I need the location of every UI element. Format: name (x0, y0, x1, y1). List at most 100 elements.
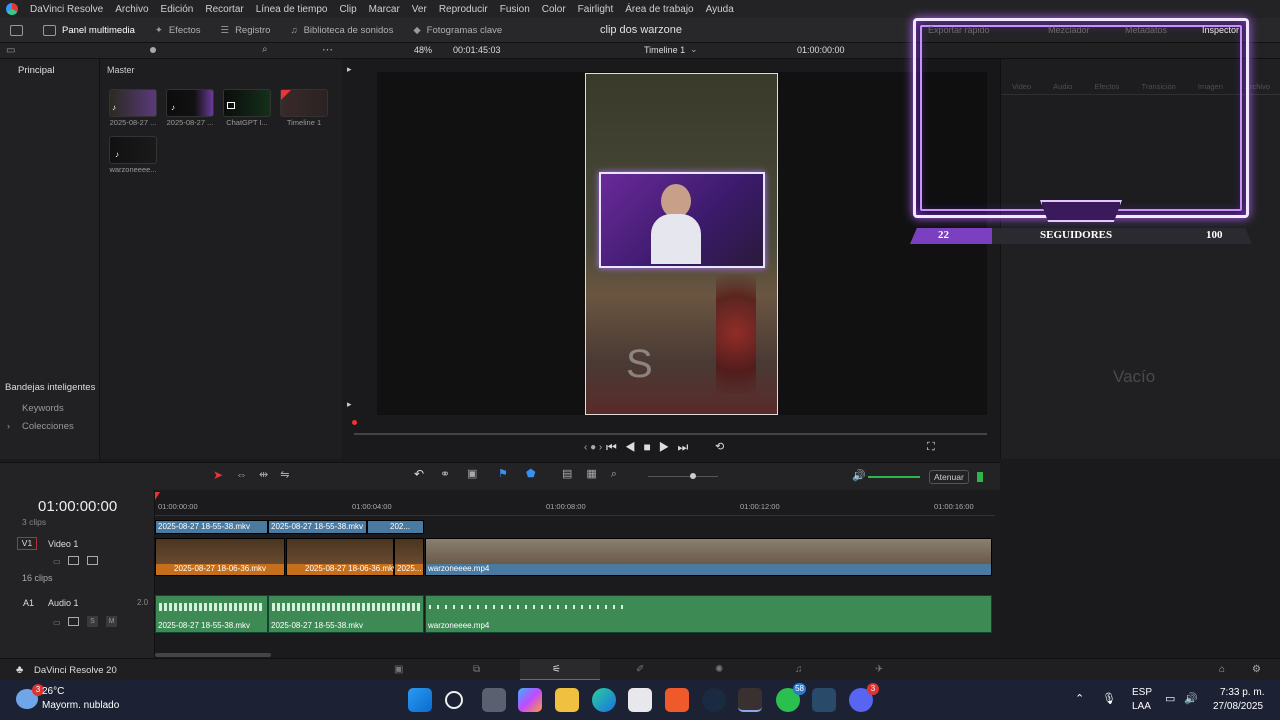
transport-controls[interactable]: ⏮◀■▶⏭ (606, 440, 696, 455)
timeline-clip[interactable]: warzoneeee.mp4 (425, 538, 992, 576)
collapse-button[interactable] (0, 18, 33, 43)
auto-select-icon[interactable] (68, 617, 79, 626)
zoom-slider-handle[interactable] (690, 473, 696, 479)
video-frame[interactable]: S (585, 73, 778, 415)
tab-metadatos[interactable]: Metadatos (1125, 25, 1167, 35)
snapping-icon[interactable]: ↶ (414, 467, 424, 481)
timeline-clip[interactable]: 2025-08-27 18-55-38.mkv (268, 520, 367, 534)
selection-tool-icon[interactable]: ➤ (213, 468, 223, 482)
zoom-level[interactable]: 48% (414, 45, 432, 55)
registro-button[interactable]: ☰ Registro (211, 18, 281, 43)
menu-archivo[interactable]: Archivo (109, 4, 154, 15)
zoom-slider[interactable] (648, 476, 718, 477)
settings-gear-icon[interactable]: ⚙ (1252, 664, 1261, 675)
microphone-icon[interactable]: 🎙 (1102, 692, 1116, 705)
task-view-icon[interactable] (482, 688, 506, 712)
windows-start-icon[interactable] (408, 688, 432, 712)
fotogramas-button[interactable]: ◆ Fotogramas clave (403, 18, 512, 43)
volume-slider[interactable] (868, 476, 920, 478)
lock-icon[interactable]: ▭ (53, 618, 61, 627)
timeline-audio-clip[interactable]: warzoneeee.mp4 (425, 595, 992, 633)
tab-mezclador[interactable]: Mezclador (1048, 25, 1090, 35)
link-icon[interactable]: ⚭ (440, 467, 450, 481)
media-page-icon[interactable]: ▣ (394, 664, 403, 675)
chevron-right-icon[interactable]: › (7, 421, 10, 431)
timeline-audio-clip[interactable]: 2025-08-27 18-55-38.mkv (155, 595, 268, 633)
timeline-selector[interactable]: Timeline 1 (644, 45, 685, 55)
fullscreen-icon[interactable]: ⛶ (927, 441, 935, 454)
media-clip-thumb[interactable]: ♪ (166, 89, 214, 117)
timeline-scrollbar[interactable] (155, 653, 271, 657)
thumbnail-size-slider[interactable] (150, 47, 156, 53)
tab-inspector[interactable]: Inspector (1202, 25, 1239, 35)
input-language[interactable]: ESP (1132, 687, 1152, 698)
fairlight-page-icon[interactable]: ♫ (795, 664, 803, 675)
biblioteca-button[interactable]: ♫ Biblioteca de sonidos (280, 18, 403, 43)
volume-icon[interactable]: 🔊 (852, 469, 866, 482)
menu-fairlight[interactable]: Fairlight (572, 4, 620, 15)
edit-page-tab[interactable]: ⚟ (520, 659, 600, 681)
menu-color[interactable]: Color (536, 4, 572, 15)
menu-ayuda[interactable]: Ayuda (700, 4, 740, 15)
tray-chevron-icon[interactable]: ⌃ (1075, 692, 1084, 705)
layout-icon[interactable]: ▭ (6, 45, 15, 56)
clock-date[interactable]: 27/08/2025 (1213, 701, 1263, 712)
menu-marcar[interactable]: Marcar (363, 4, 406, 15)
search-icon[interactable] (445, 691, 463, 709)
weather-icon[interactable]: 3 (16, 684, 44, 709)
marker-icon[interactable]: ⬟ (526, 467, 536, 480)
viewer-canvas[interactable]: S (377, 72, 987, 415)
network-icon[interactable]: ▭ (1165, 692, 1175, 705)
viewer-scrubber[interactable] (354, 433, 987, 435)
store-icon[interactable] (628, 688, 652, 712)
search-icon[interactable]: ⌕ (262, 44, 268, 55)
timeline-audio-clip[interactable]: 2025-08-27 18-55-38.mkv (268, 595, 424, 633)
app-icon[interactable] (812, 688, 836, 712)
media-clip-thumb[interactable]: ♪ (109, 136, 157, 164)
atenuar-button[interactable]: Atenuar (929, 470, 969, 484)
timeline-clip[interactable]: 2025-08-27 18-55-38.mkv (155, 520, 268, 534)
more-options-icon[interactable]: ⋯ (322, 43, 333, 56)
media-clip-thumb[interactable]: ♪ (109, 89, 157, 117)
brave-browser-icon[interactable] (665, 688, 689, 712)
weather-desc[interactable]: Mayorm. nublado (42, 700, 119, 711)
cut-page-icon[interactable]: ⧉ (473, 664, 480, 675)
timeline-clip[interactable]: 2025-08-27 18-06-36.mkv (155, 538, 285, 576)
weather-temp[interactable]: 26°C (42, 686, 64, 697)
copilot-icon[interactable] (518, 688, 542, 712)
bin-colecciones[interactable]: Colecciones (22, 421, 74, 432)
bin-principal[interactable]: Principal (18, 65, 54, 76)
menu-linea-de-tiempo[interactable]: Línea de tiempo (250, 4, 334, 15)
menu-reproducir[interactable]: Reproducir (433, 4, 494, 15)
mute-button[interactable]: M (106, 616, 117, 627)
scrubber-playhead[interactable] (352, 420, 357, 425)
menu-edicion[interactable]: Edición (155, 4, 200, 15)
panel-multimedia-button[interactable]: Panel multimedia (33, 18, 145, 43)
fusion-page-icon[interactable]: ✐ (636, 664, 644, 675)
color-page-icon[interactable]: ✺ (715, 664, 723, 675)
lock-icon[interactable]: ▭ (53, 557, 61, 566)
clock-time[interactable]: 7:33 p. m. (1220, 687, 1264, 698)
discord-icon[interactable]: 3 (849, 683, 879, 712)
video-track-id[interactable]: V1 (17, 537, 37, 550)
edge-browser-icon[interactable] (592, 688, 616, 712)
timeline-clip[interactable]: 202... (367, 520, 424, 534)
file-explorer-icon[interactable] (555, 688, 579, 712)
steam-icon[interactable] (702, 688, 726, 712)
davinci-taskbar-icon[interactable] (738, 688, 762, 712)
lock-icon[interactable]: ▣ (467, 467, 477, 480)
auto-select-icon[interactable] (68, 556, 79, 565)
menu-fusion[interactable]: Fusion (494, 4, 536, 15)
input-language-layout[interactable]: LAA (1132, 701, 1151, 712)
audio-track-id[interactable]: A1 (23, 598, 34, 608)
loop-icon[interactable]: ⟲ (715, 440, 724, 453)
menu-recortar[interactable]: Recortar (199, 4, 249, 15)
solo-button[interactable]: S (87, 616, 98, 627)
bin-keywords[interactable]: Keywords (22, 403, 64, 414)
menu-clip[interactable]: Clip (333, 4, 362, 15)
menu-area-de-trabajo[interactable]: Área de trabajo (619, 4, 699, 15)
flag-icon[interactable]: ⚑ (498, 467, 508, 480)
zoom-tools[interactable]: ▤▦⌕ (562, 467, 631, 481)
edit-tools[interactable]: ⇔⇹⇋ (236, 468, 301, 481)
deliver-page-icon[interactable]: ✈ (875, 664, 883, 675)
